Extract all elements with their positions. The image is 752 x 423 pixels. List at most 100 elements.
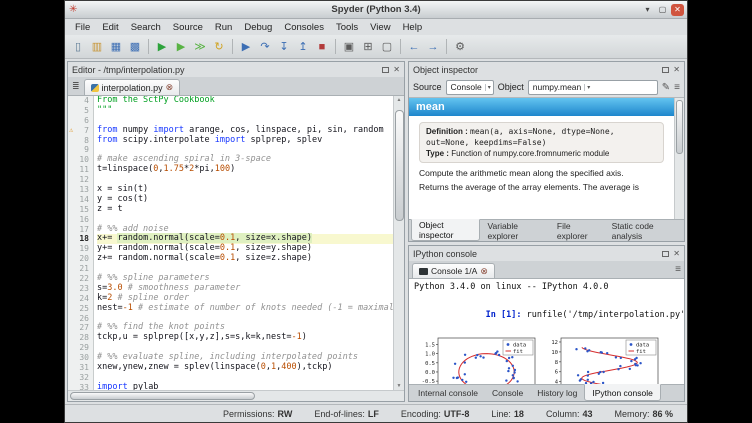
console-undock-icon[interactable]	[662, 251, 669, 257]
new-file-button[interactable]: ▯	[69, 38, 87, 56]
line-number[interactable]: 12	[68, 175, 93, 185]
step-into-button[interactable]: ↧	[275, 38, 293, 56]
code-line[interactable]: z = t	[97, 205, 393, 215]
line-number[interactable]: 4	[68, 96, 93, 106]
stop-debug-button[interactable]: ■	[313, 38, 331, 56]
line-number[interactable]: 10	[68, 155, 93, 165]
step-over-button[interactable]: ↷	[256, 38, 274, 56]
line-number[interactable]: 20	[68, 254, 93, 264]
line-number[interactable]: 23	[68, 284, 93, 294]
menu-help[interactable]: Help	[397, 22, 429, 33]
tab-history-log[interactable]: History log	[530, 385, 584, 401]
code-line[interactable]: import pylab	[97, 383, 393, 390]
code-line[interactable]: """	[97, 106, 393, 116]
line-number[interactable]: 14	[68, 195, 93, 205]
tab-ipython-console[interactable]: IPython console	[584, 384, 660, 401]
line-number[interactable]: 5	[68, 106, 93, 116]
tab-static-code-analysis[interactable]: Static code analysis	[605, 220, 684, 241]
line-number[interactable]: ⚠7	[68, 126, 93, 136]
inspector-close-icon[interactable]: ✕	[673, 66, 680, 74]
line-number[interactable]: 27	[68, 323, 93, 333]
close-tab-icon[interactable]: ⊗	[166, 83, 174, 92]
line-number[interactable]: 11	[68, 165, 93, 175]
inspector-scroll-thumb[interactable]	[676, 100, 683, 154]
maximize-button[interactable]: ▢	[656, 4, 669, 16]
save-button[interactable]: ▦	[107, 38, 125, 56]
minimize-button[interactable]: ▾	[641, 4, 654, 16]
menu-view[interactable]: View	[364, 22, 396, 33]
inspector-undock-icon[interactable]	[662, 67, 669, 73]
menu-run[interactable]: Run	[209, 22, 238, 33]
line-number[interactable]: 25	[68, 304, 93, 314]
menu-tools[interactable]: Tools	[330, 22, 364, 33]
tab-interpolation-py[interactable]: interpolation.py ⊗	[84, 79, 181, 95]
rich-text-icon[interactable]: ✎	[662, 82, 670, 93]
code-line[interactable]: tckp,u = splprep([x,y,z],s=s,k=k,nest=-1…	[97, 333, 393, 343]
options-menu-icon[interactable]: ≡	[674, 82, 680, 93]
editor-gutter[interactable]: 456⚠789101112131415161718192021222324252…	[68, 96, 94, 390]
line-number[interactable]: 15	[68, 205, 93, 215]
tab-console[interactable]: Console	[485, 385, 530, 401]
editor-vscroll-thumb[interactable]	[395, 110, 404, 221]
run-cell-advance-button[interactable]: ≫	[191, 38, 209, 56]
code-line[interactable]: t=linspace(0,1.75*2*pi,100)	[97, 165, 393, 175]
debug-button[interactable]: ▶	[237, 38, 255, 56]
line-number[interactable]: 29	[68, 343, 93, 353]
forward-button[interactable]: →	[424, 38, 442, 56]
code-line[interactable]: nest=-1 # estimate of number of knots ne…	[97, 304, 393, 314]
code-line[interactable]: z+= random.normal(scale=0.1, size=z.shap…	[97, 254, 393, 264]
source-select[interactable]: Console ▾	[446, 80, 494, 95]
menu-source[interactable]: Source	[167, 22, 209, 33]
console-close-icon[interactable]: ✕	[673, 250, 680, 258]
menu-edit[interactable]: Edit	[96, 22, 124, 33]
code-line[interactable]: from scipy.interpolate import splprep, s…	[97, 136, 393, 146]
tab-object-inspector[interactable]: Object inspector	[411, 219, 480, 241]
console-pane-header[interactable]: IPython console ✕	[409, 246, 684, 261]
close-button[interactable]: ✕	[671, 4, 684, 16]
line-number[interactable]: 13	[68, 185, 93, 195]
line-number[interactable]: 24	[68, 294, 93, 304]
open-console-button[interactable]: ▣	[340, 38, 358, 56]
menu-file[interactable]: File	[69, 22, 96, 33]
line-number[interactable]: 22	[68, 274, 93, 284]
tab-variable-explorer[interactable]: Variable explorer	[480, 220, 549, 241]
line-number[interactable]: 21	[68, 264, 93, 274]
line-number[interactable]: 19	[68, 244, 93, 254]
code-line[interactable]: From the SctPy Cookbook	[97, 96, 393, 106]
line-number[interactable]: 28	[68, 333, 93, 343]
object-combobox[interactable]: numpy.mean ▾	[528, 80, 658, 95]
line-number[interactable]: 6	[68, 116, 93, 126]
tools-button[interactable]: ⚙	[451, 38, 469, 56]
line-number[interactable]: 26	[68, 314, 93, 324]
line-number[interactable]: 30	[68, 353, 93, 363]
line-number[interactable]: 9	[68, 145, 93, 155]
menu-debug[interactable]: Debug	[238, 22, 278, 33]
save-all-button[interactable]: ▩	[126, 38, 144, 56]
editor-horizontal-scrollbar[interactable]	[68, 390, 404, 401]
console-input-line[interactable]: In [1]: runfile('/tmp/interpolation.py',…	[414, 299, 679, 332]
line-number[interactable]: 18	[68, 234, 93, 244]
console-options-icon[interactable]: ≡	[675, 264, 681, 275]
line-number[interactable]: 17	[68, 225, 93, 235]
editor-vertical-scrollbar[interactable]: ▲ ▼	[393, 96, 404, 390]
tab-file-explorer[interactable]: File explorer	[550, 220, 605, 241]
code-line[interactable]: y = cos(t)	[97, 195, 393, 205]
close-console-tab-icon[interactable]: ⊗	[480, 267, 488, 276]
step-return-button[interactable]: ↥	[294, 38, 312, 56]
warning-icon[interactable]: ⚠	[69, 126, 73, 136]
line-number[interactable]: 32	[68, 373, 93, 383]
menu-consoles[interactable]: Consoles	[278, 22, 330, 33]
titlebar[interactable]: ✳ Spyder (Python 3.4) ▾ ▢ ✕	[65, 1, 687, 19]
inspector-scrollbar[interactable]	[674, 98, 684, 219]
back-button[interactable]: ←	[405, 38, 423, 56]
run-button[interactable]: ▶	[153, 38, 171, 56]
editor-hscroll-thumb[interactable]	[70, 392, 255, 400]
editor-pane-header[interactable]: Editor - /tmp/interpolation.py ✕	[68, 62, 404, 77]
line-number[interactable]: 31	[68, 363, 93, 373]
console-output[interactable]: Python 3.4.0 on linux -- IPython 4.0.0 I…	[409, 279, 684, 384]
tab-console-1a[interactable]: Console 1/A ⊗	[412, 263, 495, 278]
run-cell-button[interactable]: ▶	[172, 38, 190, 56]
maximize-pane-button[interactable]: ▢	[378, 38, 396, 56]
re-run-cell-button[interactable]: ↻	[210, 38, 228, 56]
scroll-up-icon[interactable]: ▲	[397, 96, 402, 104]
